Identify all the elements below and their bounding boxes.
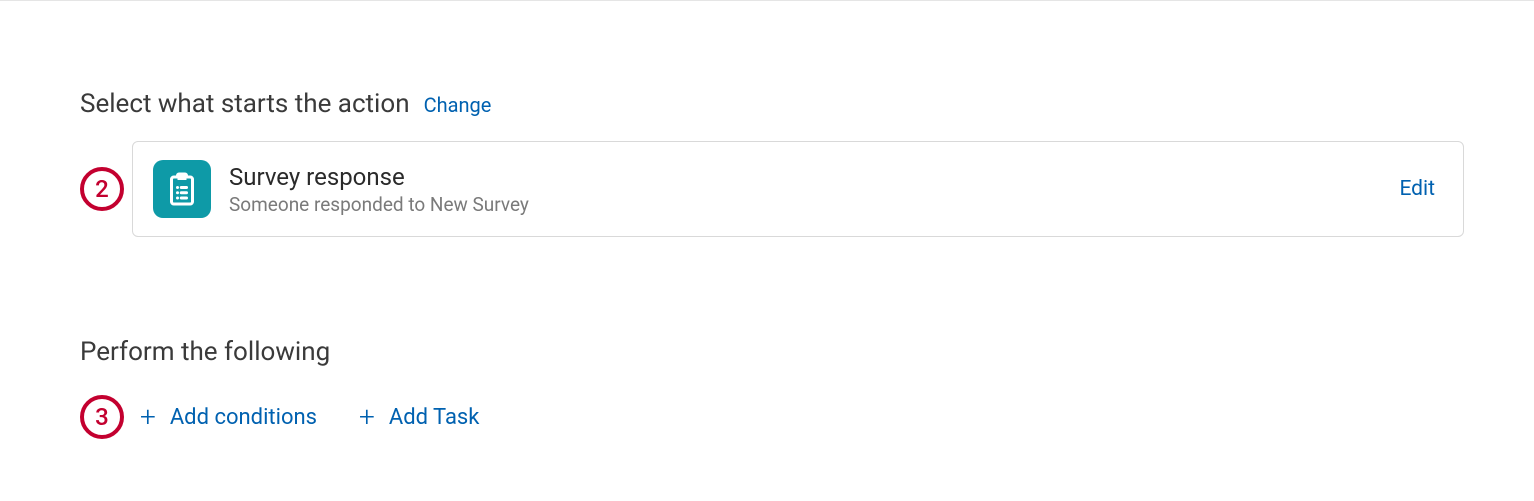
edit-link[interactable]: Edit: [1399, 177, 1435, 201]
trigger-card[interactable]: Survey response Someone responded to New…: [132, 141, 1464, 237]
perform-section-header: Perform the following: [80, 337, 1464, 367]
trigger-section-header: Select what starts the action Change: [80, 89, 1464, 119]
clipboard-icon: [153, 160, 211, 218]
actions-row: 3 + Add conditions + Add Task: [80, 395, 1464, 439]
trigger-text: Survey response Someone responded to New…: [229, 163, 1381, 216]
perform-section-title: Perform the following: [80, 337, 330, 367]
change-link[interactable]: Change: [424, 93, 492, 117]
trigger-subtitle: Someone responded to New Survey: [229, 193, 1381, 216]
add-task-label: Add Task: [389, 405, 480, 430]
trigger-title: Survey response: [229, 163, 1381, 191]
add-conditions-button[interactable]: + Add conditions: [140, 403, 317, 431]
trigger-row: 2 Survey response: [80, 141, 1464, 237]
trigger-section-title: Select what starts the action: [80, 89, 410, 119]
perform-section: Perform the following 3 + Add conditions…: [80, 337, 1464, 439]
step-badge-3: 3: [80, 395, 124, 439]
plus-icon: +: [359, 403, 375, 431]
add-task-button[interactable]: + Add Task: [359, 403, 479, 431]
trigger-section: Select what starts the action Change 2: [80, 89, 1464, 237]
step-badge-2: 2: [80, 167, 124, 211]
add-conditions-label: Add conditions: [170, 405, 317, 430]
plus-icon: +: [140, 403, 156, 431]
action-buttons: + Add conditions + Add Task: [140, 403, 479, 431]
